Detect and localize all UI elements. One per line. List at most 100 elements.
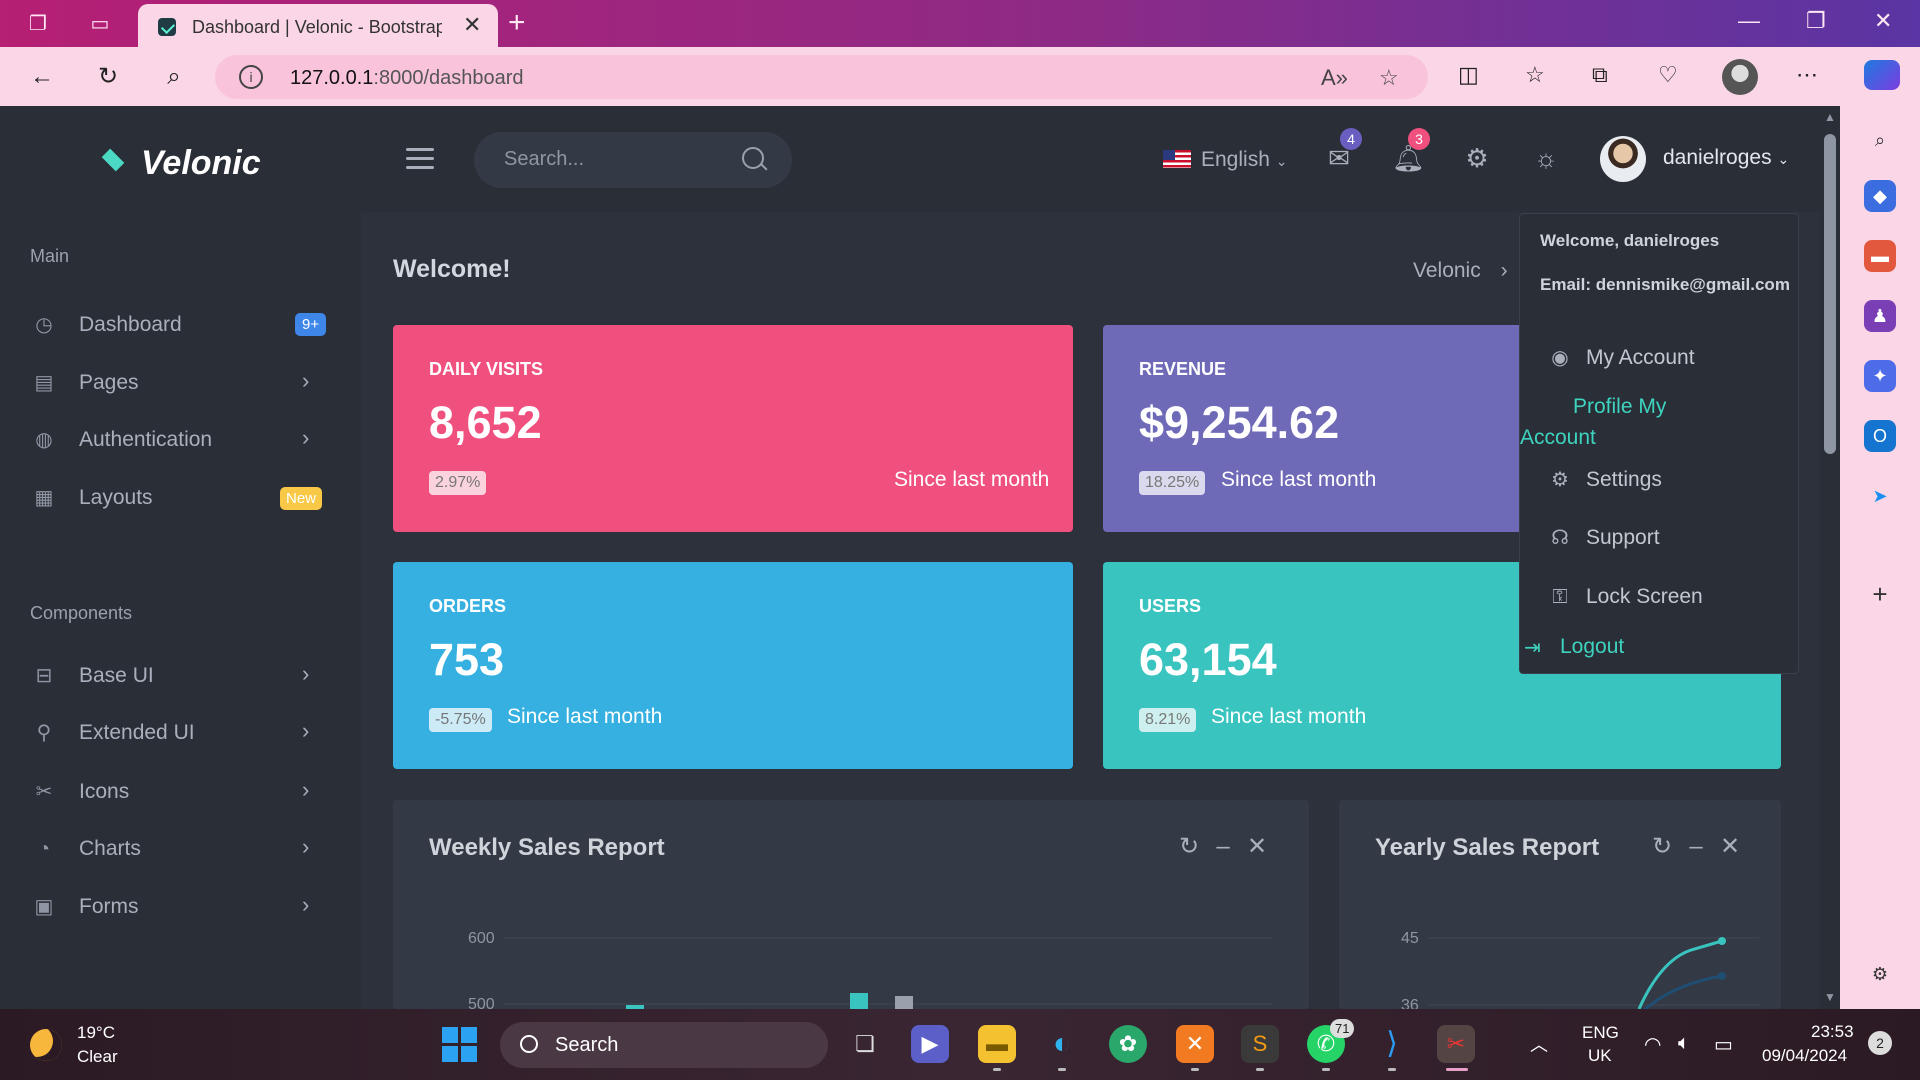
chevron-right-icon: › [302, 777, 310, 802]
sidebar-item-forms[interactable]: ▣ Forms › [0, 882, 361, 932]
close-window-button[interactable]: ✕ [1874, 8, 1892, 34]
sublime-text-icon[interactable]: S [1241, 1025, 1279, 1063]
tab-close-icon[interactable]: ✕ [463, 12, 481, 38]
sidebar-item-dashboard[interactable]: ◷ Dashboard 9+ [0, 300, 361, 350]
forms-icon: ▣ [34, 896, 54, 918]
scroll-up-icon[interactable]: ▲ [1824, 110, 1836, 124]
favorite-star-icon[interactable]: ☆ [1379, 65, 1399, 91]
sidebar-item-authentication[interactable]: ◍ Authentication › [0, 415, 361, 465]
snipping-tool-icon[interactable]: ✂ [1437, 1025, 1475, 1063]
collections-icon[interactable]: ⧉ [1592, 62, 1608, 88]
search-input[interactable] [504, 148, 734, 171]
search-icon[interactable] [742, 147, 764, 169]
browser-essentials-icon[interactable]: ♡ [1658, 62, 1678, 88]
read-aloud-icon[interactable]: A» [1321, 65, 1348, 91]
sidebar-item-label: Dashboard [79, 313, 182, 336]
breadcrumb-item[interactable]: Velonic [1413, 259, 1481, 282]
site-info-icon[interactable]: i [239, 65, 263, 89]
breadcrumb[interactable]: Velonic › [1413, 259, 1508, 283]
browser-profile-avatar[interactable] [1722, 59, 1758, 95]
user-avatar[interactable] [1600, 136, 1646, 182]
pages-icon: ▤ [34, 372, 54, 394]
weather-temperature[interactable]: 19°C [77, 1023, 115, 1043]
copilot-icon[interactable] [1864, 60, 1900, 90]
language-selector[interactable]: English ⌄ [1201, 148, 1287, 172]
restore-button[interactable]: ❐ [1806, 8, 1826, 34]
input-language[interactable]: ENG [1582, 1023, 1619, 1043]
page-scrollbar[interactable]: ▲ ▼ [1820, 106, 1840, 1009]
weather-condition[interactable]: Clear [77, 1047, 118, 1067]
moon-icon[interactable] [30, 1029, 62, 1061]
sidebar-item-extended-ui[interactable]: ⚲ Extended UI › [0, 708, 361, 758]
us-flag-icon [1163, 150, 1191, 168]
windows-taskbar: 19°C Clear Search ❏ ▶ ▬ ◐ ✿ ✕ S ✆ 71 ⟩ ✂… [0, 1009, 1920, 1080]
teams-icon[interactable]: ▶ [911, 1025, 949, 1063]
user-circle-icon: ◉ [1551, 347, 1569, 369]
clock-date[interactable]: 09/04/2024 [1762, 1046, 1847, 1066]
taskbar-search-label: Search [555, 1034, 619, 1056]
sidebar-item-pages[interactable]: ▤ Pages › [0, 358, 361, 408]
browser-tab-active[interactable]: Dashboard | Velonic - Bootstrap 5 Admin … [138, 4, 498, 47]
add-icon[interactable]: + [1864, 578, 1896, 610]
battery-icon[interactable]: ▭ [1714, 1032, 1733, 1057]
clock-time[interactable]: 23:53 [1811, 1022, 1854, 1042]
vscode-icon[interactable]: ⟩ [1373, 1025, 1411, 1063]
sidebar-section-components: Components [30, 603, 133, 623]
address-bar[interactable]: i 127.0.0.1:8000/dashboard A» ☆ [215, 55, 1428, 99]
y-tick-label: 600 [468, 930, 495, 947]
notification-center-badge[interactable]: 2 [1868, 1031, 1892, 1055]
app-sidebar: Velonic Main ◷ Dashboard 9+ ▤ Pages › ◍ … [0, 106, 361, 1009]
browser-toolbar: ← ↻ ⌕ i 127.0.0.1:8000/dashboard A» ☆ ◫ … [0, 47, 1920, 106]
wifi-icon[interactable]: ◠ [1644, 1032, 1661, 1057]
stat-value: 8,652 [429, 397, 542, 448]
theme-toggle-sun-icon[interactable]: ☼ [1530, 142, 1562, 174]
user-menu-toggle[interactable]: danielroges ⌄ [1663, 146, 1789, 170]
menu-item-profile[interactable]: Profile My Account [1520, 391, 1700, 453]
copilot-app-icon[interactable]: ✦ [1864, 360, 1896, 392]
tab-actions-icon[interactable]: ▭ [86, 10, 114, 38]
scroll-thumb[interactable] [1824, 134, 1836, 454]
y-tick-label: 45 [1401, 930, 1419, 947]
menu-toggle-icon[interactable] [406, 148, 434, 170]
task-view-icon[interactable]: ❏ [846, 1025, 884, 1063]
search-icon[interactable]: ⌕ [1864, 124, 1896, 156]
input-region[interactable]: UK [1588, 1046, 1612, 1066]
send-icon[interactable]: ➤ [1864, 480, 1896, 512]
split-screen-icon[interactable]: ◫ [1458, 62, 1479, 88]
scroll-down-icon[interactable]: ▼ [1824, 990, 1836, 1004]
volume-icon[interactable]: 🔈︎ [1678, 1032, 1690, 1055]
minimize-button[interactable]: — [1738, 8, 1760, 34]
outlook-icon[interactable]: O [1864, 420, 1896, 452]
favorites-icon[interactable]: ☆ [1525, 62, 1545, 88]
file-explorer-icon[interactable]: ▬ [978, 1025, 1016, 1063]
more-menu-icon[interactable]: ⋯ [1796, 62, 1818, 88]
sidebar-item-charts[interactable]: ◔ Charts › [0, 824, 361, 874]
gear-icon[interactable]: ⚙ [1461, 142, 1493, 174]
workspaces-icon[interactable]: ❐ [24, 10, 52, 38]
chevron-down-icon: ⌄ [1777, 151, 1790, 167]
refresh-button[interactable]: ↻ [92, 61, 124, 93]
start-button[interactable] [442, 1027, 478, 1063]
chatgpt-icon[interactable]: ✿ [1109, 1025, 1147, 1063]
stat-card-orders: ORDERS 753 -5.75% Since last month [393, 562, 1073, 769]
edge-icon[interactable]: ◐ [1043, 1025, 1081, 1063]
sidebar-item-base-ui[interactable]: ⊟ Base UI › [0, 651, 361, 701]
sidebar-item-layouts[interactable]: ▦ Layouts New [0, 473, 361, 523]
stat-change-badge: -5.75% [429, 708, 492, 732]
chevron-up-icon[interactable]: ︿ [1530, 1031, 1548, 1057]
language-label: English [1201, 148, 1270, 171]
sidebar-item-icons[interactable]: ✂ Icons › [0, 767, 361, 817]
search-icon[interactable]: ⌕ [158, 61, 190, 93]
new-tab-button[interactable]: + [508, 6, 526, 40]
chess-icon[interactable]: ♟ [1864, 300, 1896, 332]
tag-icon[interactable]: ◆ [1864, 180, 1896, 212]
taskbar-search[interactable]: Search [500, 1022, 828, 1068]
search-box[interactable] [474, 132, 792, 188]
gear-icon[interactable]: ⚙ [1864, 958, 1896, 990]
url-text[interactable]: 127.0.0.1:8000/dashboard [290, 67, 524, 90]
toolbox-icon[interactable]: ▬ [1864, 240, 1896, 272]
xampp-icon[interactable]: ✕ [1176, 1025, 1214, 1063]
app-running-indicator [1388, 1068, 1396, 1071]
stat-card-daily-visits: DAILY VISITS 8,652 2.97% Since last mont… [393, 325, 1073, 532]
back-button[interactable]: ← [26, 61, 58, 93]
